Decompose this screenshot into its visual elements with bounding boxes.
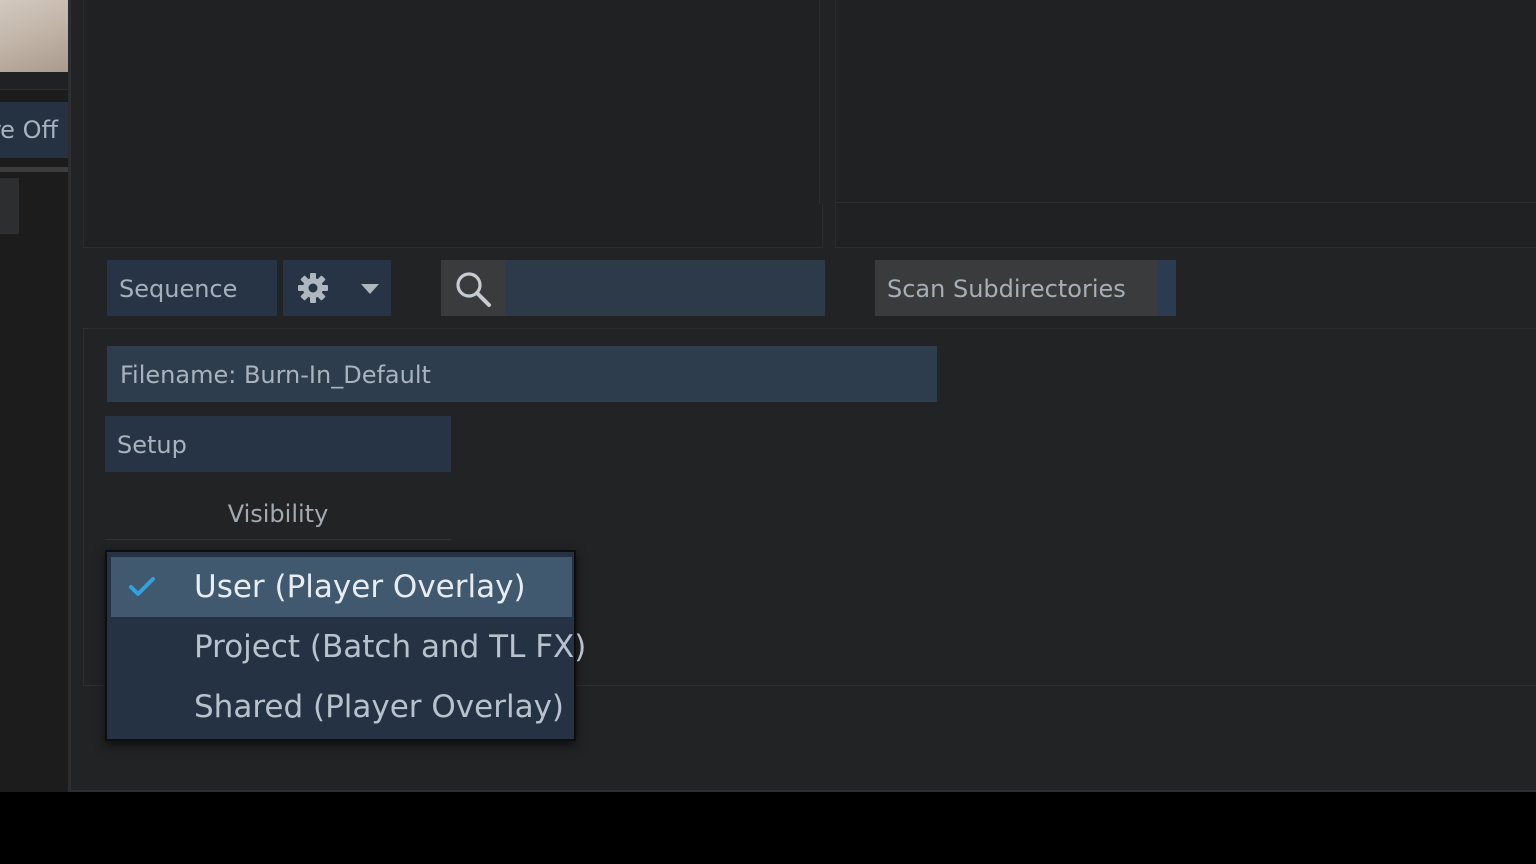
menu-item-user-player-overlay[interactable]: User (Player Overlay): [111, 557, 572, 617]
check-icon: [129, 577, 155, 596]
menu-item-label: Shared (Player Overlay): [194, 689, 565, 725]
scan-subdirectories-label: Scan Subdirectories: [887, 275, 1126, 303]
filename-field[interactable]: Filename: Burn-In_Default: [107, 346, 937, 402]
setup-button[interactable]: Setup: [105, 416, 451, 472]
search-input[interactable]: [505, 260, 825, 316]
search-button[interactable]: [441, 260, 505, 316]
preview-viewport-left: [83, 0, 820, 205]
menu-item-shared-player-overlay[interactable]: Shared (Player Overlay): [111, 677, 572, 737]
left-toggle-button[interactable]: re Off: [0, 102, 68, 158]
sequence-button[interactable]: Sequence: [107, 260, 277, 316]
preview-viewport-right: [835, 0, 1536, 203]
visibility-dropdown-menu: User (Player Overlay) Project (Batch and…: [105, 550, 586, 741]
settings-menu-button[interactable]: [283, 260, 391, 316]
setup-label: Setup: [117, 431, 187, 459]
clip-thumbnail[interactable]: [0, 0, 68, 72]
gear-icon: [298, 273, 328, 303]
menu-item-label: Project (Batch and TL FX): [194, 629, 587, 665]
left-divider: [0, 167, 68, 172]
preview-footer-right: [835, 203, 1536, 248]
menu-item-label: User (Player Overlay): [194, 569, 526, 605]
sequence-label: Sequence: [119, 275, 238, 303]
filename-value: Filename: Burn-In_Default: [120, 361, 431, 389]
thumbnail-divider: [0, 72, 68, 90]
left-toggle-label: re Off: [0, 116, 58, 144]
search-bar: [441, 260, 825, 316]
preview-footer-left: [83, 204, 823, 248]
scan-subdirectories-toggle[interactable]: [1158, 260, 1176, 316]
main-bottom-border: [70, 790, 1536, 792]
scan-subdirectories-button[interactable]: Scan Subdirectories: [875, 260, 1158, 316]
left-tab[interactable]: [0, 178, 19, 234]
menu-item-project-batch-tl-fx[interactable]: Project (Batch and TL FX): [111, 617, 586, 677]
search-icon: [456, 272, 491, 307]
visibility-label: Visibility: [105, 488, 451, 540]
chevron-down-icon: [361, 284, 379, 294]
